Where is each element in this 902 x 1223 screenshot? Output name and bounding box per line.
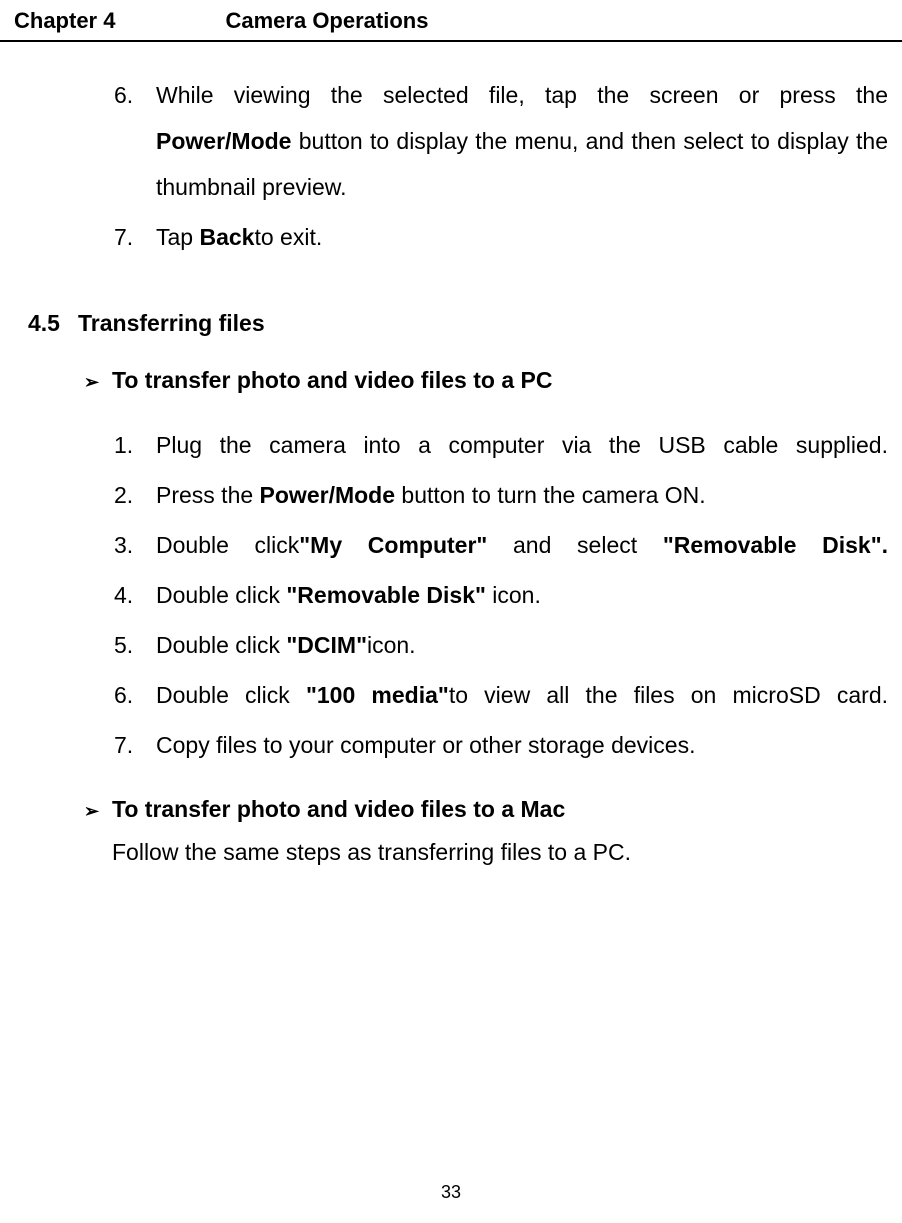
list-item: 7. Tap Backto exit. — [114, 214, 888, 260]
list-number: 3. — [114, 522, 156, 568]
list-number: 1. — [114, 422, 156, 468]
list-text: Double click "DCIM"icon. — [156, 622, 888, 668]
list-item: 6. While viewing the selected file, tap … — [114, 72, 888, 210]
list-number: 6. — [114, 72, 156, 210]
body-text: Follow the same steps as transferring fi… — [112, 829, 888, 875]
text-fragment: Double click — [156, 632, 286, 658]
bold-text: Back — [199, 224, 254, 250]
text-fragment: icon. — [367, 632, 416, 658]
section-heading: 4.5 Transferring files — [28, 310, 888, 337]
list-number: 7. — [114, 214, 156, 260]
text-fragment: Tap — [156, 224, 199, 250]
list-item: 1. Plug the camera into a computer via t… — [114, 422, 888, 468]
bold-text: Power/Mode — [260, 482, 395, 508]
list-text: Plug the camera into a computer via the … — [156, 422, 888, 468]
section-number: 4.5 — [28, 310, 70, 337]
list-number: 5. — [114, 622, 156, 668]
text-fragment: Double click — [156, 582, 286, 608]
bold-text: "Removable Disk". — [663, 532, 888, 558]
subsection-heading: ➢ To transfer photo and video files to a… — [84, 796, 888, 823]
chapter-label: Chapter 4 — [14, 8, 115, 34]
bold-text: "My Computer" — [299, 532, 487, 558]
list-item: 5. Double click "DCIM"icon. — [114, 622, 888, 668]
bold-text: "Removable Disk" — [286, 582, 486, 608]
list-number: 4. — [114, 572, 156, 618]
text-fragment: While viewing the selected file, tap the… — [156, 82, 888, 108]
chapter-title: Camera Operations — [225, 8, 428, 34]
text-fragment: Double click — [156, 532, 299, 558]
page-content: 6. While viewing the selected file, tap … — [0, 72, 902, 875]
text-fragment: button to turn the camera ON. — [395, 482, 706, 508]
list-number: 6. — [114, 672, 156, 718]
bold-text: "100 media" — [306, 682, 449, 708]
list-text: Press the Power/Mode button to turn the … — [156, 472, 888, 518]
bold-text: Power/Mode — [156, 128, 291, 154]
subsection-heading: ➢ To transfer photo and video files to a… — [84, 367, 888, 394]
subsection-title: To transfer photo and video files to a P… — [112, 367, 552, 394]
list-number: 7. — [114, 722, 156, 768]
list-text: Tap Backto exit. — [156, 214, 888, 260]
text-fragment: to exit. — [254, 224, 322, 250]
list-text: Double click "100 media"to view all the … — [156, 672, 888, 718]
arrow-icon: ➢ — [84, 801, 112, 822]
section-title: Transferring files — [78, 310, 265, 337]
list-text: Double click "Removable Disk" icon. — [156, 572, 888, 618]
list-text: Double click"My Computer" and select "Re… — [156, 522, 888, 568]
list-item: 4. Double click "Removable Disk" icon. — [114, 572, 888, 618]
text-fragment: to view all the files on microSD card. — [449, 682, 888, 708]
bold-text: "DCIM" — [286, 632, 367, 658]
arrow-icon: ➢ — [84, 372, 112, 393]
list-item: 2. Press the Power/Mode button to turn t… — [114, 472, 888, 518]
list-number: 2. — [114, 472, 156, 518]
subsection-title: To transfer photo and video files to a M… — [112, 796, 565, 823]
list-text: Copy files to your computer or other sto… — [156, 722, 888, 768]
text-fragment: and select — [487, 532, 662, 558]
list-item: 6. Double click "100 media"to view all t… — [114, 672, 888, 718]
text-fragment: Double click — [156, 682, 306, 708]
page-number: 33 — [0, 1182, 902, 1203]
list-text: While viewing the selected file, tap the… — [156, 72, 888, 210]
page-header: Chapter 4 Camera Operations — [0, 0, 902, 42]
text-fragment: icon. — [486, 582, 541, 608]
text-fragment: Press the — [156, 482, 260, 508]
list-item: 7. Copy files to your computer or other … — [114, 722, 888, 768]
list-item: 3. Double click"My Computer" and select … — [114, 522, 888, 568]
